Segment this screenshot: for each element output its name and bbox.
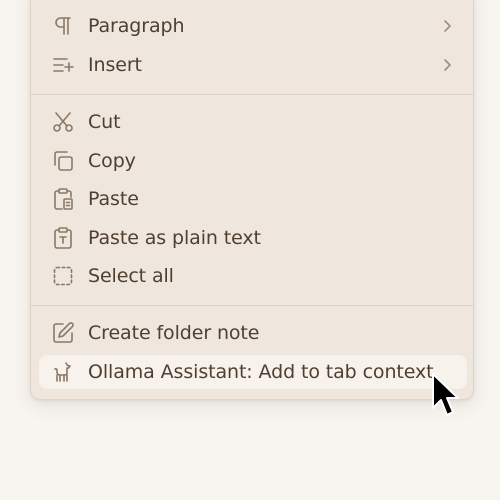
menu-item-label: Select all bbox=[88, 265, 174, 287]
llama-icon bbox=[51, 360, 75, 384]
menu-item-create-folder-note[interactable]: Create folder note bbox=[39, 316, 467, 350]
menu-item-label: Paste as plain text bbox=[88, 227, 261, 249]
menu-item-label: Ollama Assistant: Add to tab context bbox=[88, 361, 434, 383]
menu-item-insert[interactable]: Insert bbox=[39, 48, 467, 82]
mouse-cursor-icon bbox=[432, 373, 459, 416]
menu-item-label: Paragraph bbox=[88, 15, 185, 37]
edit-note-icon bbox=[51, 321, 75, 345]
insert-list-icon bbox=[51, 53, 75, 77]
context-menu: Paragraph Insert Cut Copy Paste Paste as… bbox=[30, 0, 474, 400]
menu-item-label: Cut bbox=[88, 111, 121, 133]
menu-item-copy[interactable]: Copy bbox=[39, 144, 467, 178]
copy-icon bbox=[51, 149, 75, 173]
menu-item-label: Create folder note bbox=[88, 322, 260, 344]
menu-item-ollama-add-to-tab-context[interactable]: Ollama Assistant: Add to tab context bbox=[39, 355, 467, 389]
menu-item-label: Paste bbox=[88, 188, 139, 210]
menu-item-label: Insert bbox=[88, 54, 142, 76]
dashed-square-icon bbox=[51, 264, 75, 288]
chevron-right-icon bbox=[439, 57, 455, 73]
pilcrow-icon bbox=[51, 14, 75, 38]
menu-item-cut[interactable]: Cut bbox=[39, 105, 467, 139]
menu-item-select-all[interactable]: Select all bbox=[39, 259, 467, 293]
chevron-right-icon bbox=[439, 18, 455, 34]
clipboard-type-icon bbox=[51, 226, 75, 250]
menu-item-paste-plain-text[interactable]: Paste as plain text bbox=[39, 221, 467, 255]
menu-separator bbox=[31, 305, 473, 306]
scissors-icon bbox=[51, 110, 75, 134]
clipboard-paste-icon bbox=[51, 187, 75, 211]
menu-item-label: Copy bbox=[88, 150, 136, 172]
menu-item-paste[interactable]: Paste bbox=[39, 182, 467, 216]
menu-separator bbox=[31, 94, 473, 95]
menu-item-paragraph[interactable]: Paragraph bbox=[39, 9, 467, 43]
